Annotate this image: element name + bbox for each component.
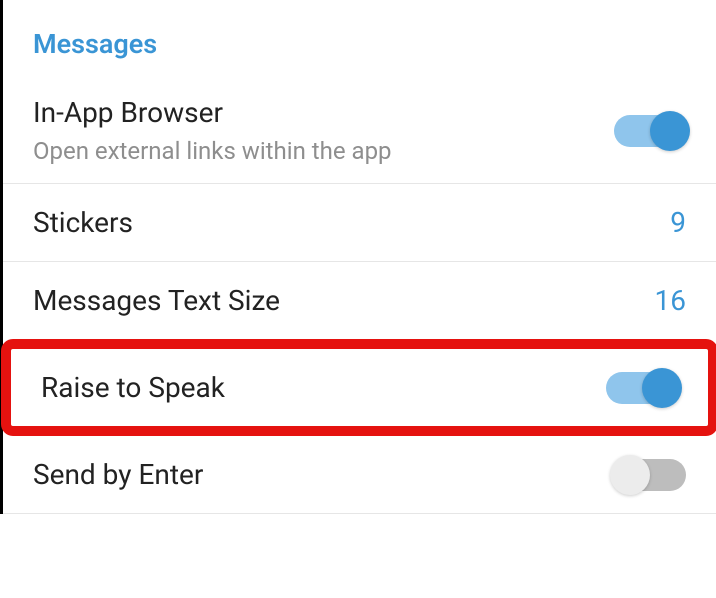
stickers-title: Stickers	[33, 206, 133, 239]
setting-raise-to-speak[interactable]: Raise to Speak	[11, 349, 708, 426]
send-by-enter-toggle[interactable]	[614, 459, 686, 491]
text-size-value: 16	[655, 284, 686, 317]
in-app-browser-toggle[interactable]	[614, 115, 686, 147]
in-app-browser-subtitle: Open external links within the app	[33, 137, 392, 165]
send-by-enter-title: Send by Enter	[33, 458, 203, 491]
setting-send-by-enter[interactable]: Send by Enter	[3, 436, 716, 514]
section-header-messages: Messages	[3, 0, 716, 78]
settings-container: Messages In-App Browser Open external li…	[0, 0, 716, 514]
setting-stickers[interactable]: Stickers 9	[3, 184, 716, 262]
setting-text-size[interactable]: Messages Text Size 16	[3, 262, 716, 339]
stickers-value: 9	[670, 206, 686, 239]
in-app-browser-title: In-App Browser	[33, 96, 392, 129]
highlight-annotation: Raise to Speak	[1, 339, 716, 436]
text-size-title: Messages Text Size	[33, 284, 280, 317]
raise-to-speak-toggle[interactable]	[606, 372, 678, 404]
toggle-knob	[642, 368, 682, 408]
setting-text-block: In-App Browser Open external links withi…	[33, 96, 392, 165]
toggle-knob	[610, 455, 650, 495]
raise-to-speak-title: Raise to Speak	[41, 371, 225, 404]
toggle-knob	[650, 111, 690, 151]
setting-in-app-browser[interactable]: In-App Browser Open external links withi…	[3, 78, 716, 184]
